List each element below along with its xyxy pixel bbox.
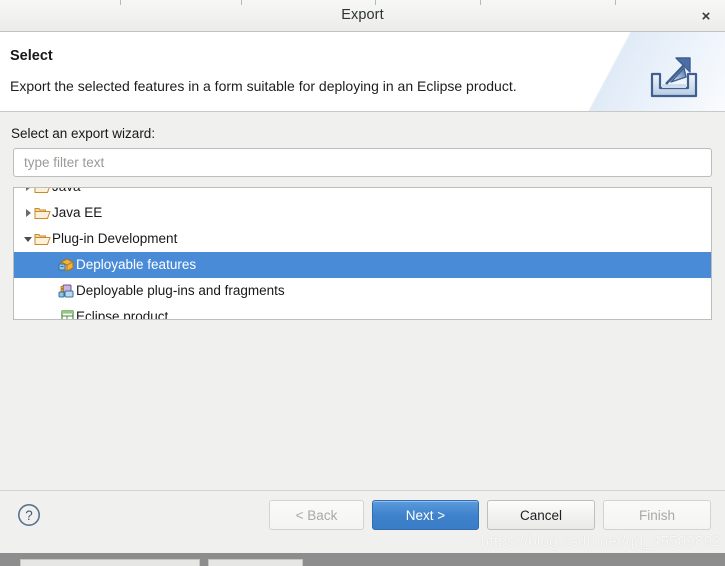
background-window-strip [0,553,725,566]
titlebar-notch [375,0,376,5]
dialog-titlebar: Export × [0,0,725,32]
export-wizard-dialog: Export × Select Export the selected feat… [0,0,725,553]
tree-item-eclipse-product[interactable]: Eclipse product [14,304,711,320]
tree-item-java-ee[interactable]: Java EE [14,200,711,226]
tree-scroll-content: Java Java EE Plug-in Development Deployable… [14,188,711,320]
dialog-title: Export [341,7,384,23]
folder-icon [34,188,51,195]
titlebar-notch [120,0,121,5]
tree-item-label: Deployable features [76,257,197,273]
svg-text:?: ? [25,508,33,523]
background-tab [20,559,200,566]
tree-item-java[interactable]: Java [14,188,711,200]
tree-item-label: Java EE [52,205,103,221]
titlebar-notch [480,0,481,5]
tree-item-deployable-plug-ins-and-fragments[interactable]: Deployable plug-ins and fragments [14,278,711,304]
tree-item-label: Deployable plug-ins and fragments [76,283,285,299]
dialog-button-bar: ? < Back Next > Cancel Finish [0,490,725,553]
back-button[interactable]: < Back [269,500,364,530]
chevron-right-icon[interactable] [22,200,34,226]
chevron-down-icon[interactable] [22,226,34,252]
titlebar-notch [241,0,242,5]
finish-button[interactable]: Finish [603,500,711,530]
chevron-right-icon[interactable] [22,188,34,200]
page-description: Export the selected features in a form s… [10,78,517,94]
wizard-tree[interactable]: Java Java EE Plug-in Development Deployable… [13,187,712,320]
tree-item-plug-in-development[interactable]: Plug-in Development [14,226,711,252]
tree-item-label: Plug-in Development [52,231,178,247]
folder-icon [34,205,51,221]
select-wizard-label: Select an export wizard: [11,126,156,141]
deployable-plugins-icon [58,283,75,299]
wizard-body: Select an export wizard: Java Java EE Plug… [0,112,725,553]
background-tab [208,559,303,566]
cancel-button[interactable]: Cancel [487,500,595,530]
wizard-header: Select Export the selected features in a… [0,32,725,112]
folder-icon [34,231,51,247]
next-button[interactable]: Next > [372,500,479,530]
close-icon[interactable]: × [695,6,717,26]
titlebar-notch [615,0,616,5]
help-question-icon[interactable]: ? [17,503,41,527]
deployable-features-icon [58,257,75,273]
tree-item-label: Eclipse product [76,309,169,320]
page-title: Select [10,48,53,64]
tree-item-deployable-features[interactable]: Deployable features [14,252,711,278]
filter-input[interactable] [13,148,712,177]
export-arrow-tray-icon [646,52,702,102]
tree-item-label: Java [52,188,81,194]
eclipse-product-icon [58,309,75,319]
